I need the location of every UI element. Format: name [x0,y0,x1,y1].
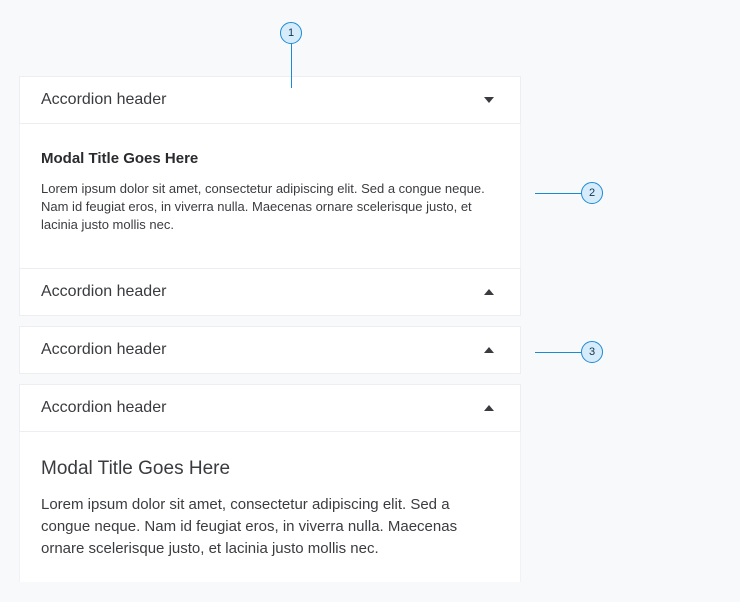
content-title: Modal Title Goes Here [41,458,231,479]
accordion-content-4: Modal Title Goes Here Lorem ipsum dolor … [19,432,521,582]
accordion-header-label: Accordion header [41,91,167,108]
content-text: Lorem ipsum dolor sit amet, consectetur … [41,496,458,557]
accordion-content-1: Modal Title Goes Here Lorem ipsum dolor … [19,124,521,268]
callout-2-leader-line [535,193,581,194]
accordion-header-3[interactable]: Accordion header [19,326,521,374]
content-text: Lorem ipsum dolor sit amet, consectetur … [41,181,485,232]
caret-up-icon [484,405,494,411]
callout-1-leader-line [291,44,292,88]
accordion-header-label: Accordion header [41,283,167,300]
accordion-header-1[interactable]: Accordion header [19,76,521,124]
content-title: Modal Title Goes Here [41,150,199,167]
accordion-header-2[interactable]: Accordion header [19,268,521,316]
accordion-gap [19,316,521,326]
accordion-header-4[interactable]: Accordion header [19,384,521,432]
callout-3-leader-line [535,352,581,353]
caret-up-icon [484,347,494,353]
callout-1: 1 [280,22,302,44]
accordion-gap [19,374,521,384]
caret-up-icon [484,289,494,295]
callout-3: 3 [581,341,603,363]
caret-down-icon [484,97,494,103]
accordion-header-label: Accordion header [41,399,167,416]
callout-2: 2 [581,182,603,204]
accordion-header-label: Accordion header [41,341,167,358]
accordion: Accordion header Modal Title Goes Here L… [19,76,521,582]
